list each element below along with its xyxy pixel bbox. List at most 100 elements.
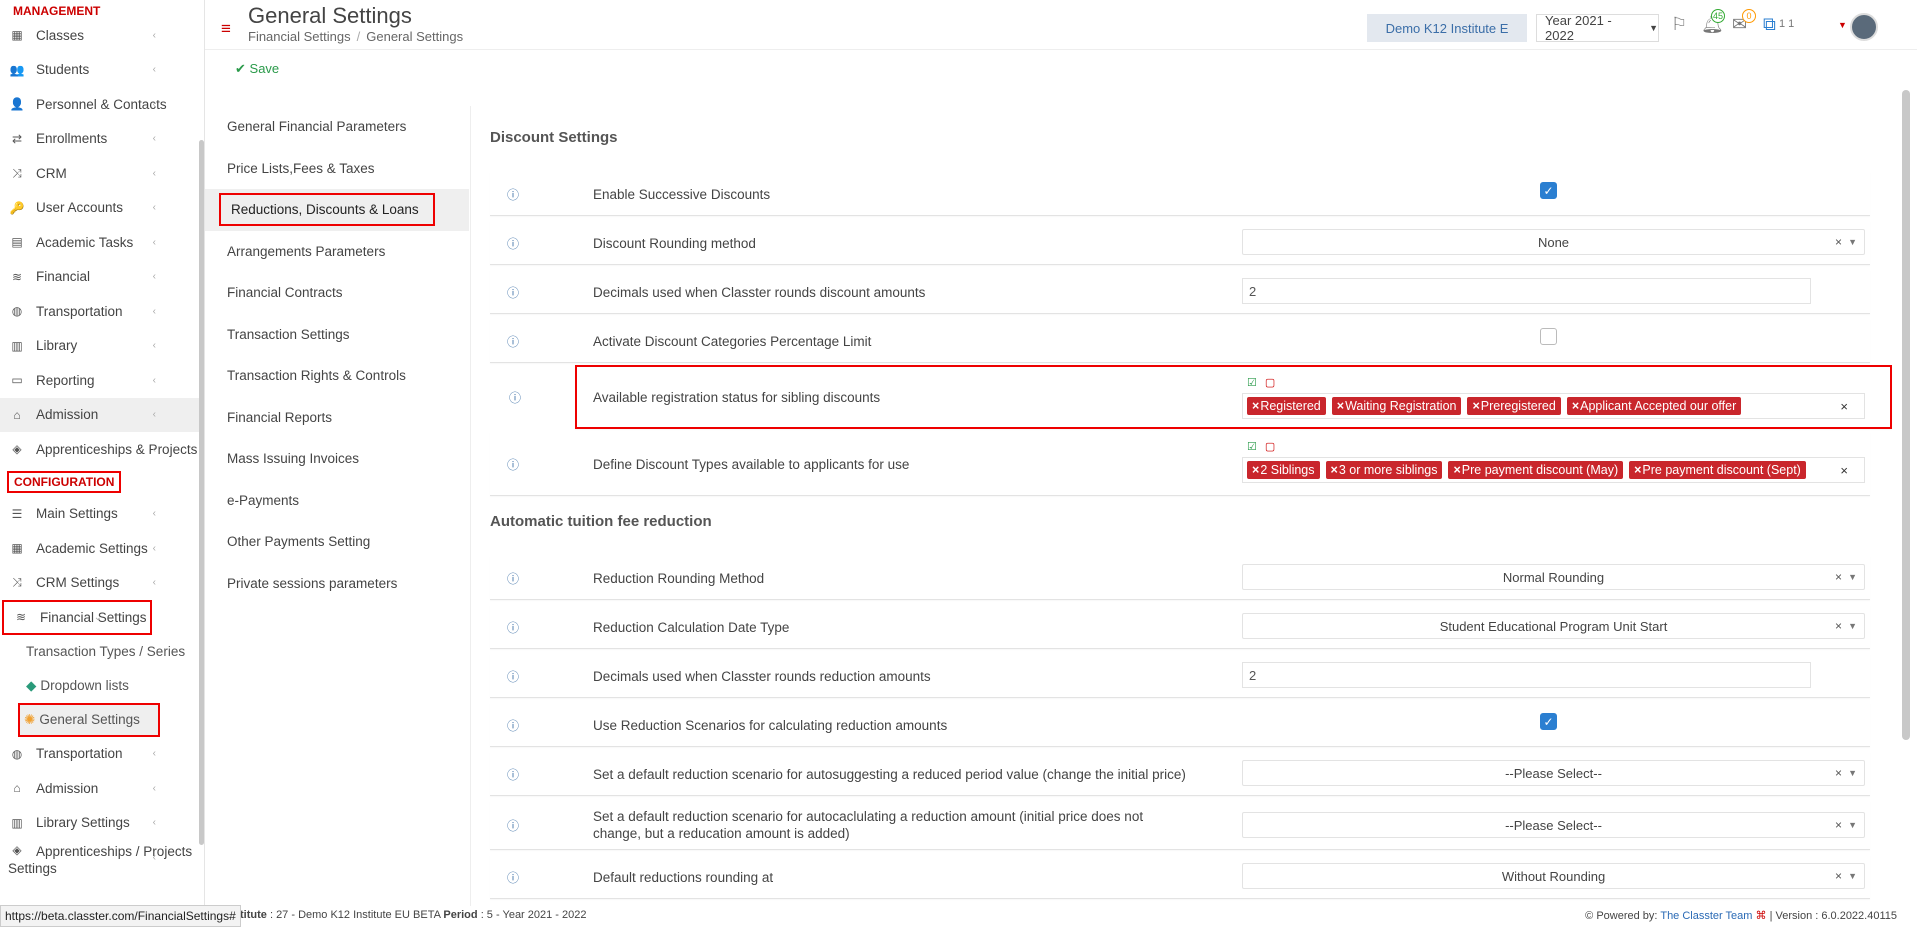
sidebar-item-academic-tasks[interactable]: ▤ Academic Tasks ‹ — [0, 225, 204, 260]
info-icon[interactable]: ⓘ — [507, 817, 519, 834]
settings-nav-financial-contracts[interactable]: Financial Contracts — [205, 272, 469, 314]
sidebar-item-enrollments[interactable]: ⇄ Enrollments ‹ — [0, 122, 204, 157]
institute-button[interactable]: Demo K12 Institute E — [1367, 14, 1527, 42]
sidebar-item-transportation[interactable]: ◍ Transportation ‹ — [0, 737, 204, 772]
remove-tag-icon[interactable]: × — [1453, 463, 1460, 477]
avatar[interactable] — [1850, 13, 1878, 41]
sidebar-item-personnel-contacts[interactable]: 👤 Personnel & Contacts ‹ — [0, 87, 204, 122]
year-select[interactable]: Year 2021 - 2022 ▼ — [1536, 13, 1659, 43]
sidebar-item-crm[interactable]: ⤨ CRM ‹ — [0, 156, 204, 191]
info-icon[interactable]: ⓘ — [507, 235, 519, 252]
sidebar-item-main-settings[interactable]: ☰ Main Settings ‹ — [0, 497, 204, 532]
bell-icon[interactable]: 🔔︎ 45 — [1701, 9, 1725, 35]
tag-applicant-accepted-our-offer[interactable]: ×Applicant Accepted our offer — [1566, 397, 1742, 415]
tag-preregistered[interactable]: ×Preregistered — [1467, 397, 1561, 415]
flag-icon[interactable]: ⚐ — [1671, 14, 1687, 35]
settings-nav-financial-reports[interactable]: Financial Reports — [205, 397, 469, 439]
sibling-status-tags[interactable]: ×Registered ×Waiting Registration ×Preregi… — [1242, 393, 1865, 419]
tag-pre-payment-discount-sept[interactable]: ×Pre payment discount (Sept) — [1629, 461, 1806, 479]
breadcrumb-parent[interactable]: Financial Settings — [248, 29, 351, 44]
page-scrollbar[interactable] — [1902, 90, 1910, 740]
clear-icon[interactable]: × — [1835, 235, 1842, 249]
submenu-item-general-settings[interactable]: ✺ General Settings — [18, 702, 160, 737]
discount-decimals-input[interactable]: 2 — [1242, 278, 1811, 304]
settings-nav-e-payments[interactable]: e-Payments — [205, 480, 469, 522]
default-amount-scenario-select[interactable]: --Please Select-- × ▼ — [1242, 812, 1865, 838]
sidebar-item-admission[interactable]: ⌂ Admission ‹ — [0, 397, 204, 432]
sidebar-item-library[interactable]: ▥ Library ‹ — [0, 329, 204, 364]
envelope-icon[interactable]: ✉ 0 — [1732, 9, 1756, 35]
sidebar-item-academic-settings[interactable]: ▦ Academic Settings ‹ — [0, 531, 204, 566]
remove-tag-icon[interactable]: × — [1252, 399, 1259, 413]
remove-tag-icon[interactable]: × — [1634, 463, 1641, 477]
clear-icon[interactable]: × — [1835, 869, 1842, 883]
default-period-scenario-select[interactable]: --Please Select-- × ▼ — [1242, 760, 1865, 786]
settings-nav-arrangements-parameters[interactable]: Arrangements Parameters — [205, 231, 469, 273]
select-all-icon[interactable]: ☑ — [1247, 376, 1257, 389]
info-icon[interactable]: ⓘ — [509, 389, 521, 406]
settings-nav-transaction-rights-controls[interactable]: Transaction Rights & Controls — [205, 355, 469, 397]
clear-icon[interactable]: × — [1835, 619, 1842, 633]
categories-limit-checkbox[interactable] — [1540, 328, 1557, 345]
tag-waiting-registration[interactable]: ×Waiting Registration — [1331, 397, 1462, 415]
remove-tag-icon[interactable]: × — [1331, 463, 1338, 477]
sidebar-item-user-accounts[interactable]: 🔑 User Accounts ‹ — [0, 191, 204, 226]
tag-registered[interactable]: ×Registered — [1247, 397, 1326, 415]
sidebar-item-transportation[interactable]: ◍ Transportation ‹ — [0, 294, 204, 329]
tag-2-siblings[interactable]: ×2 Siblings — [1247, 461, 1320, 479]
remove-tag-icon[interactable]: × — [1337, 399, 1344, 413]
classter-team-link[interactable]: The Classter Team — [1660, 910, 1752, 922]
use-scenarios-checkbox[interactable]: ✓ — [1540, 713, 1557, 730]
select-all-icon[interactable]: ☑ — [1247, 440, 1257, 453]
reduction-date-type-select[interactable]: Student Educational Program Unit Start ×… — [1242, 613, 1865, 639]
sidebar-item-financial-settings[interactable]: ≋ Financial Settings ⌄ — [2, 600, 152, 635]
settings-nav-price-lists-fees-taxes[interactable]: Price Lists,Fees & Taxes — [205, 148, 469, 190]
sidebar-item-classes[interactable]: ▦ Classes ‹ — [0, 18, 204, 53]
sidebar-item-admission[interactable]: ⌂ Admission ‹ — [0, 771, 204, 806]
sidebar-item-apprenticeships-settings[interactable]: ◈ Apprenticeships / Projects Settings ‹ — [0, 840, 204, 880]
hamburger-menu-icon[interactable]: ≡ — [221, 19, 231, 39]
sidebar-item-library-settings[interactable]: ▥ Library Settings ‹ — [0, 806, 204, 841]
sidebar-item-apprenticeships-projects[interactable]: ◈ Apprenticeships & Projects ‹ — [0, 432, 204, 467]
sidebar-item-crm-settings[interactable]: ⤨ CRM Settings ‹ — [0, 566, 204, 601]
settings-nav-other-payments-setting[interactable]: Other Payments Setting — [205, 521, 469, 563]
sidebar-item-reporting[interactable]: ▭ Reporting ‹ — [0, 363, 204, 398]
settings-nav-reductions-discounts-loans[interactable]: Reductions, Discounts & Loans — [205, 189, 469, 231]
clear-icon[interactable]: × — [1835, 570, 1842, 584]
info-icon[interactable]: ⓘ — [507, 456, 519, 473]
save-button[interactable]: ✔ Save — [235, 61, 279, 77]
settings-nav-mass-issuing-invoices[interactable]: Mass Issuing Invoices — [205, 438, 469, 480]
clear-icon[interactable]: × — [1835, 818, 1842, 832]
discount-types-tags[interactable]: ×2 Siblings ×3 or more siblings ×Pre payme… — [1242, 457, 1865, 483]
sidebar-item-students[interactable]: 👥 Students ‹ — [0, 53, 204, 88]
remove-tag-icon[interactable]: × — [1472, 399, 1479, 413]
info-icon[interactable]: ⓘ — [507, 717, 519, 734]
info-icon[interactable]: ⓘ — [507, 869, 519, 886]
tag-pre-payment-discount-may[interactable]: ×Pre payment discount (May) — [1448, 461, 1624, 479]
caret-down-icon[interactable]: ▼ — [1838, 20, 1847, 30]
remove-tag-icon[interactable]: × — [1572, 399, 1579, 413]
sidebar-item-financial[interactable]: ≋ Financial ‹ — [0, 260, 204, 295]
settings-nav-transaction-settings[interactable]: Transaction Settings — [205, 314, 469, 356]
info-icon[interactable]: ⓘ — [507, 619, 519, 636]
submenu-item-dropdown-lists[interactable]: ◆ Dropdown lists — [0, 669, 204, 703]
clear-icon[interactable]: × — [1840, 463, 1848, 478]
layers-icon[interactable]: ⧉ — [1763, 14, 1776, 35]
remove-tag-icon[interactable]: × — [1252, 463, 1259, 477]
deselect-all-icon[interactable]: ▢ — [1265, 376, 1275, 389]
settings-nav-general-financial-parameters[interactable]: General Financial Parameters — [205, 106, 469, 148]
info-icon[interactable]: ⓘ — [507, 284, 519, 301]
info-icon[interactable]: ⓘ — [507, 766, 519, 783]
sidebar-scrollbar[interactable] — [199, 140, 204, 845]
clear-icon[interactable]: × — [1835, 766, 1842, 780]
submenu-item-transaction-types-series[interactable]: Transaction Types / Series — [0, 635, 204, 669]
info-icon[interactable]: ⓘ — [507, 186, 519, 203]
tag-3-or-more-siblings[interactable]: ×3 or more siblings — [1325, 461, 1443, 479]
info-icon[interactable]: ⓘ — [507, 333, 519, 350]
info-icon[interactable]: ⓘ — [507, 668, 519, 685]
info-icon[interactable]: ⓘ — [507, 570, 519, 587]
reduction-rounding-select[interactable]: Normal Rounding × ▼ — [1242, 564, 1865, 590]
reduction-decimals-input[interactable]: 2 — [1242, 662, 1811, 688]
deselect-all-icon[interactable]: ▢ — [1265, 440, 1275, 453]
discount-rounding-select[interactable]: None × ▼ — [1242, 229, 1865, 255]
